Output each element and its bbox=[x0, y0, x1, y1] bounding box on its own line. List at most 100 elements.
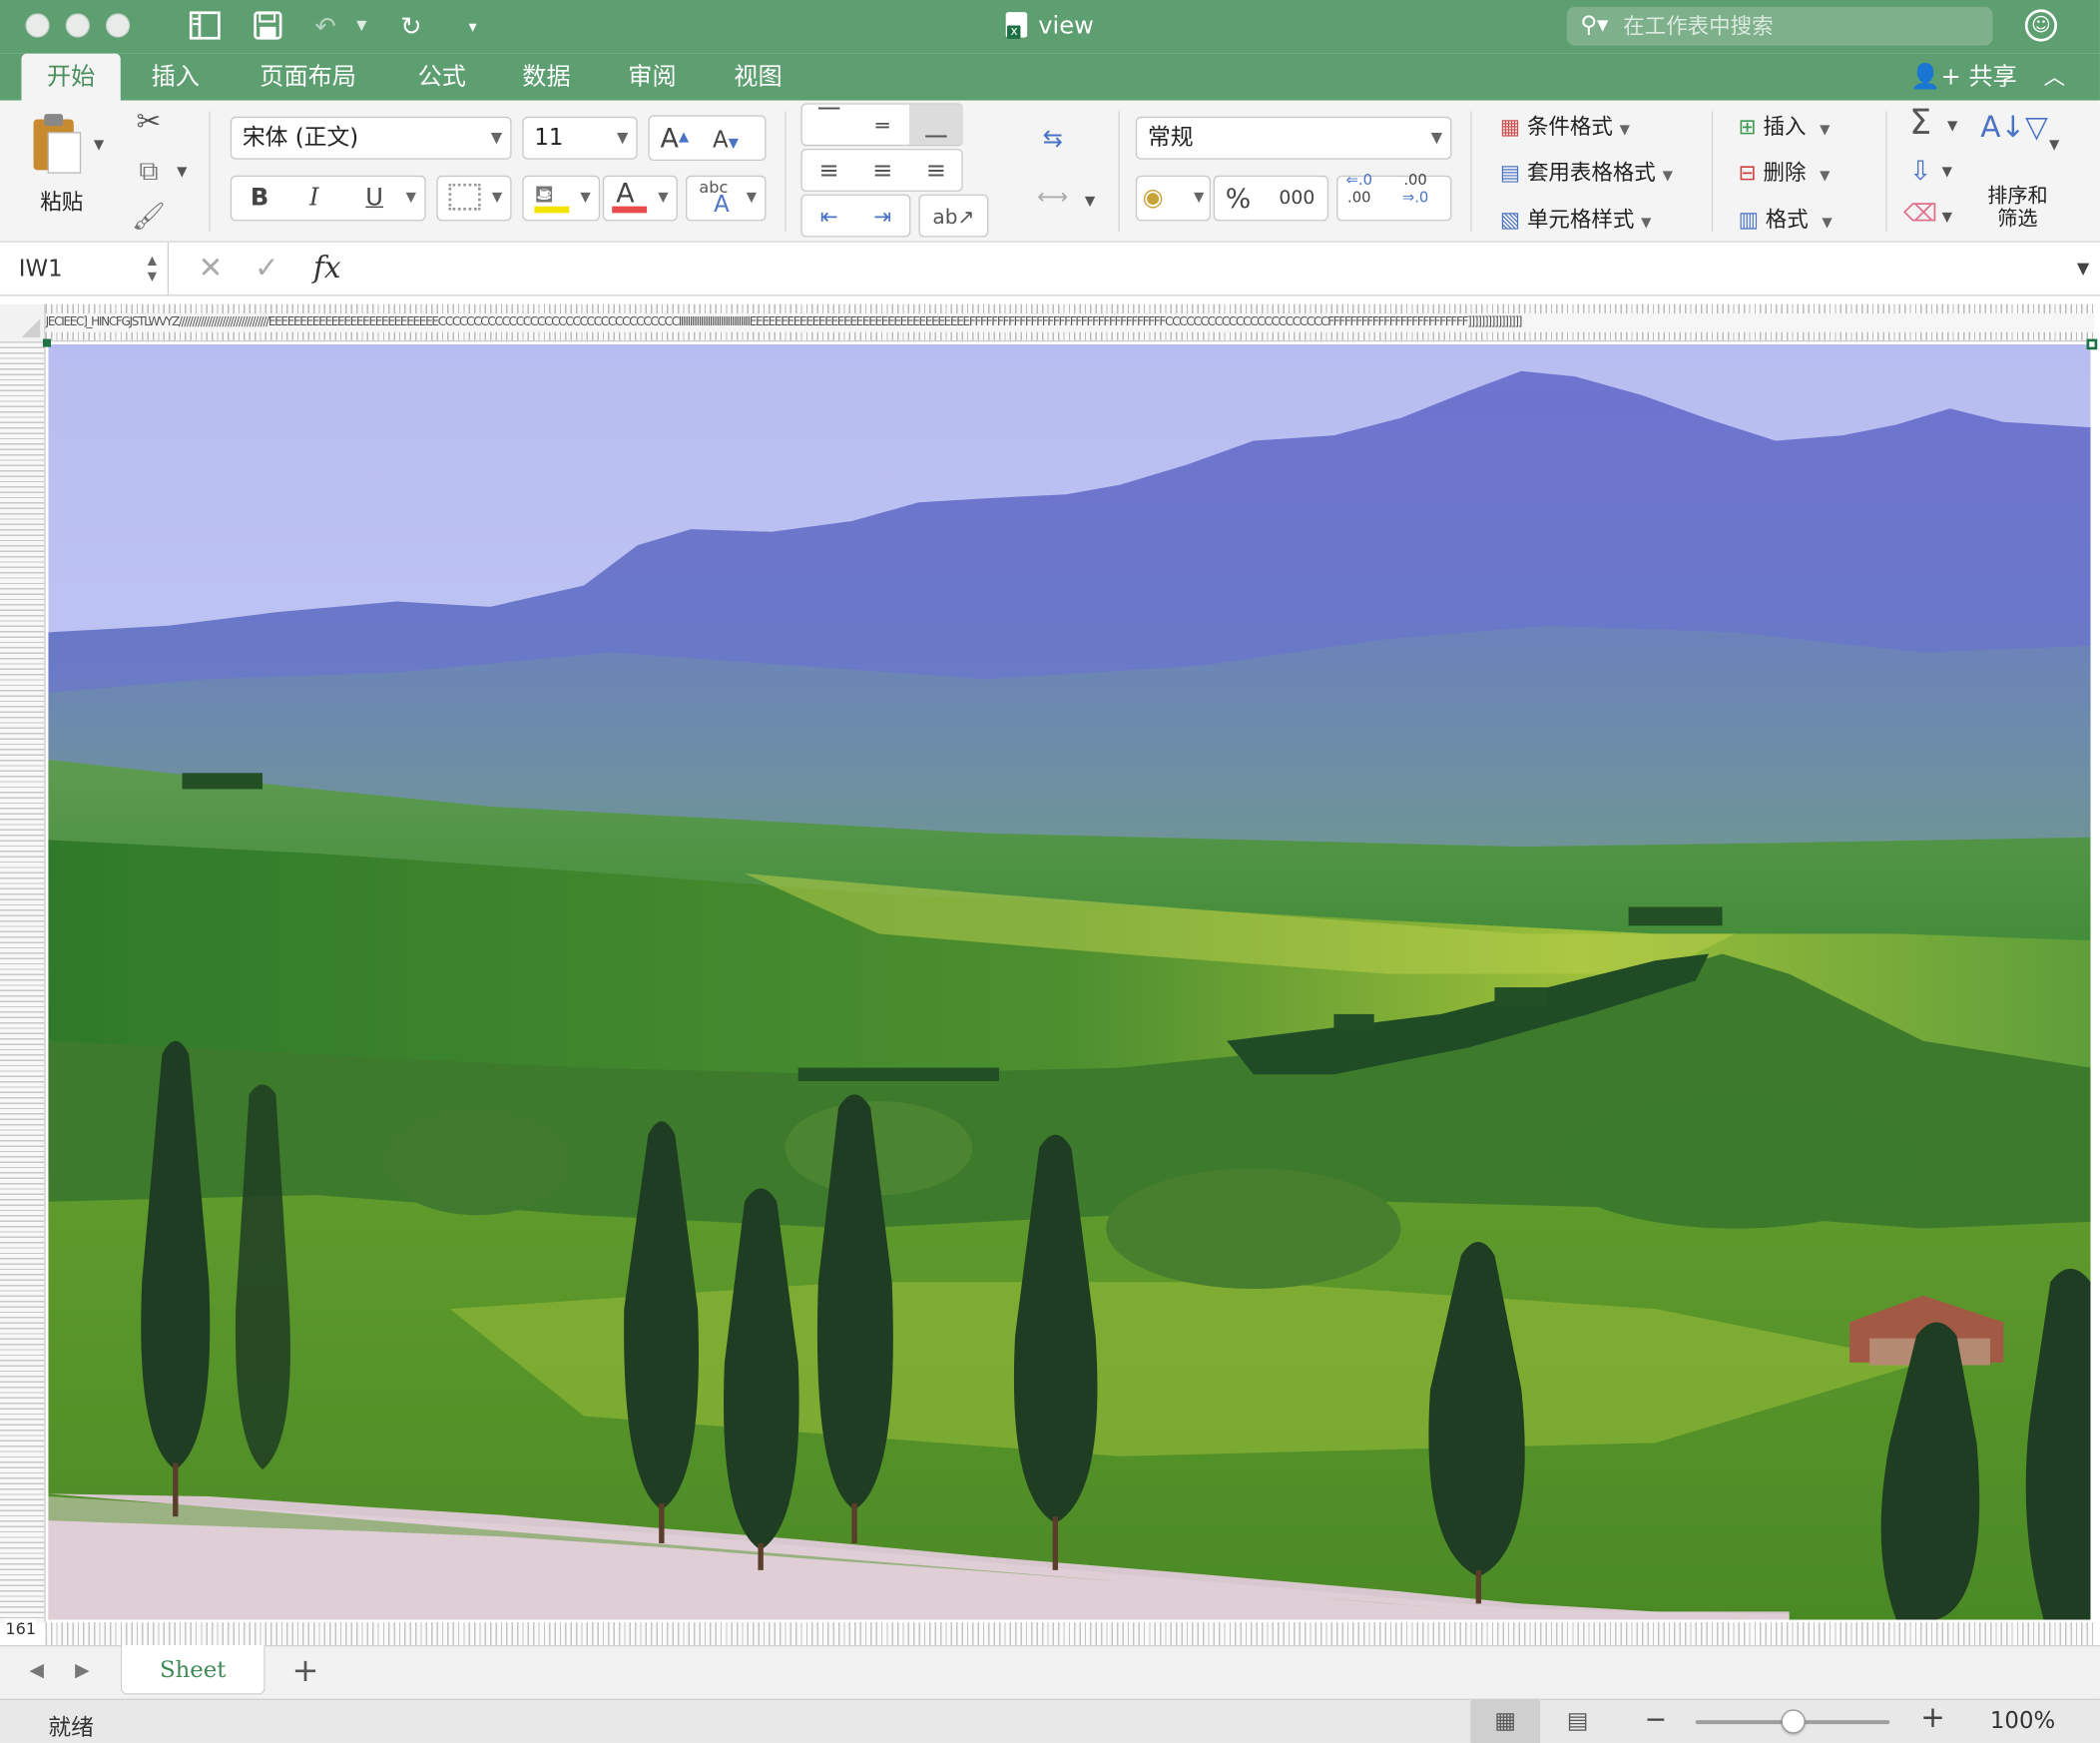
status-ready: 就绪 bbox=[48, 1714, 94, 1742]
collapse-ribbon-icon[interactable]: ︿ bbox=[2044, 54, 2065, 101]
tab-home[interactable]: 开始 bbox=[21, 53, 121, 101]
conditional-format-icon: ▦ bbox=[1499, 114, 1521, 140]
align-bottom-button[interactable]: ⎽ bbox=[909, 104, 963, 145]
page-layout-view-icon[interactable]: ▤ bbox=[1543, 1700, 1613, 1743]
merge-cells-icon[interactable]: ⟷ bbox=[1031, 184, 1074, 209]
sort-filter-icon[interactable]: A↓▽ bbox=[1979, 111, 2049, 145]
name-box[interactable]: IW1 ▲ ▼ bbox=[0, 242, 170, 296]
decrease-decimal-button[interactable]: .00 ⇒.0 bbox=[1402, 172, 1428, 207]
feedback-smiley-icon[interactable]: ☺ bbox=[2024, 9, 2058, 42]
clear-eraser-icon[interactable]: ⌫ bbox=[1901, 200, 1939, 228]
align-top-button[interactable]: ⎺ bbox=[802, 97, 856, 140]
font-size-select[interactable]: 11 ▼ bbox=[522, 116, 638, 160]
indent-group: ⇤ ⇥ bbox=[800, 194, 911, 239]
tab-formulas[interactable]: 公式 bbox=[402, 54, 483, 101]
chevron-down-icon: ▼ bbox=[1430, 128, 1443, 147]
decrease-indent-button[interactable]: ⇤ bbox=[802, 196, 856, 239]
conditional-format-button[interactable]: ▦ 条件格式 ▼ bbox=[1500, 109, 1630, 141]
prev-sheet-icon[interactable]: ◀ bbox=[30, 1660, 44, 1681]
tab-review[interactable]: 审阅 bbox=[612, 54, 693, 101]
merge-dropdown-icon[interactable]: ▼ bbox=[1085, 195, 1095, 210]
underline-dropdown-icon[interactable]: ▼ bbox=[406, 177, 416, 220]
add-sheet-button[interactable]: + bbox=[292, 1652, 319, 1690]
grow-font-button[interactable]: A bbox=[661, 122, 679, 154]
tab-page-layout[interactable]: 页面布局 bbox=[247, 54, 369, 101]
text-style-group: B I U ▼ bbox=[230, 175, 426, 222]
phonetic-button[interactable]: abc A ▼ bbox=[686, 175, 767, 222]
tab-view[interactable]: 视图 bbox=[718, 54, 798, 101]
increase-decimal-button[interactable]: ⇐.0.00 bbox=[1346, 172, 1372, 207]
autosum-icon[interactable]: Σ bbox=[1901, 103, 1939, 143]
shrink-font-button[interactable]: A bbox=[713, 127, 729, 154]
sheet-tab[interactable]: Sheet bbox=[120, 1644, 265, 1695]
zoom-in-icon[interactable]: + bbox=[1920, 1701, 1945, 1735]
select-all-corner[interactable] bbox=[0, 303, 46, 342]
accounting-format-button[interactable]: ◉ ▼ bbox=[1135, 175, 1211, 222]
clear-dropdown-icon[interactable]: ▼ bbox=[1942, 211, 1952, 226]
chevron-down-icon: ▼ bbox=[658, 190, 669, 206]
fill-color-button[interactable]: ⛾ ▼ bbox=[522, 175, 601, 222]
italic-button[interactable]: I bbox=[309, 177, 319, 220]
copy-icon[interactable]: ⧉ bbox=[131, 154, 166, 186]
insert-cells-button[interactable]: ⊞ 插入 ▼ bbox=[1739, 109, 1831, 141]
cancel-entry-icon[interactable]: ✕ bbox=[199, 243, 224, 296]
percent-thousands-group: % 000 bbox=[1213, 175, 1329, 222]
align-center-button[interactable]: ≡ bbox=[855, 150, 909, 193]
tab-insert[interactable]: 插入 bbox=[134, 54, 217, 101]
picture-resize-handle[interactable] bbox=[2086, 338, 2098, 350]
delete-cells-button[interactable]: ⊟ 删除 ▼ bbox=[1739, 154, 1831, 186]
wrap-text-icon[interactable]: ⇆ bbox=[1031, 125, 1074, 153]
tab-data[interactable]: 数据 bbox=[506, 54, 587, 101]
underline-button[interactable]: U bbox=[365, 177, 383, 220]
format-cells-button[interactable]: ▥ 格式 ▼ bbox=[1739, 201, 1833, 233]
copy-dropdown-icon[interactable]: ▼ bbox=[177, 165, 187, 180]
orientation-button[interactable]: ab↗ bbox=[918, 194, 989, 238]
orientation-icon: ab↗ bbox=[932, 205, 975, 230]
number-format-select[interactable]: 常规 ▼ bbox=[1135, 116, 1452, 160]
landscape-picture[interactable] bbox=[48, 343, 2091, 1620]
paste-icon[interactable] bbox=[27, 111, 86, 178]
table-format-icon: ▤ bbox=[1499, 159, 1521, 186]
chevron-down-icon: ▼ bbox=[1619, 123, 1631, 139]
chevron-down-icon: ▼ bbox=[1662, 169, 1673, 184]
zoom-slider-knob[interactable] bbox=[1780, 1709, 1806, 1734]
percent-button[interactable]: % bbox=[1226, 177, 1252, 220]
confirm-entry-icon[interactable]: ✓ bbox=[255, 243, 279, 296]
worksheet-grid[interactable]: JECIEEC]_HINCFGJSTLWVYZ/////////////////… bbox=[0, 295, 2100, 1645]
font-color-button[interactable]: A ▼ bbox=[602, 175, 678, 222]
expand-formula-bar-icon[interactable]: ▼ bbox=[2077, 259, 2089, 278]
borders-button[interactable]: ▼ bbox=[436, 175, 512, 222]
increase-indent-button[interactable]: ⇥ bbox=[855, 196, 909, 239]
autosum-dropdown-icon[interactable]: ▼ bbox=[1947, 119, 1957, 134]
sheet-search-input[interactable]: ⚲▾ 在工作表中搜索 bbox=[1566, 6, 1993, 46]
share-button[interactable]: 👤+ 共享 bbox=[1910, 54, 2016, 101]
format-painter-icon[interactable]: 🖌 bbox=[131, 200, 166, 232]
name-box-stepper-icon[interactable]: ▲ ▼ bbox=[148, 254, 157, 286]
thousands-button[interactable]: 000 bbox=[1279, 177, 1314, 220]
sort-filter-dropdown-icon[interactable]: ▼ bbox=[2049, 138, 2059, 153]
align-left-button[interactable]: ≡ bbox=[802, 150, 856, 193]
cut-icon[interactable]: ✂ bbox=[131, 106, 166, 140]
paste-dropdown-icon[interactable]: ▼ bbox=[94, 138, 104, 153]
next-sheet-icon[interactable]: ▶ bbox=[75, 1660, 89, 1681]
sort-filter-label: 排序和 筛选 bbox=[1987, 183, 2048, 231]
align-middle-button[interactable]: ═ bbox=[855, 105, 909, 148]
format-as-table-button[interactable]: ▤ 套用表格格式 ▼ bbox=[1500, 154, 1673, 186]
selection-handle[interactable] bbox=[42, 338, 51, 347]
fill-down-icon[interactable]: ⇩ bbox=[1901, 154, 1939, 186]
zoom-out-icon[interactable]: − bbox=[1645, 1703, 1667, 1735]
divider bbox=[1885, 111, 1887, 233]
chevron-down-icon: ▼ bbox=[580, 190, 591, 206]
normal-view-icon[interactable]: ▦ bbox=[1470, 1699, 1541, 1743]
chevron-down-icon: ▼ bbox=[1193, 190, 1205, 206]
row-headers[interactable]: 161 bbox=[0, 341, 46, 1639]
cell-styles-button[interactable]: ▧ 单元格样式 ▼ bbox=[1500, 201, 1652, 233]
bold-button[interactable]: B bbox=[251, 177, 268, 220]
paste-label: 粘贴 bbox=[40, 189, 84, 215]
align-right-button[interactable]: ≡ bbox=[909, 150, 963, 193]
column-headers[interactable]: JECIEEC]_HINCFGJSTLWVYZ/////////////////… bbox=[45, 303, 2095, 342]
font-name-select[interactable]: 宋体 (正文) ▼ bbox=[230, 116, 512, 160]
sheet-tabs-bar: ◀ ▶ Sheet + bbox=[0, 1644, 2100, 1699]
insert-function-button[interactable]: fx bbox=[313, 243, 341, 296]
fill-dropdown-icon[interactable]: ▼ bbox=[1942, 165, 1952, 180]
